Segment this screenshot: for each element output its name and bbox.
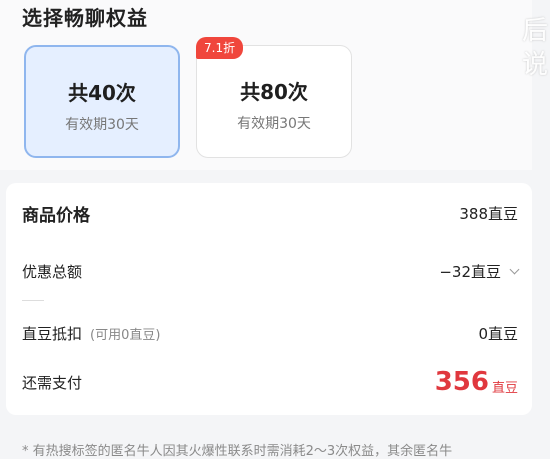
discount-value: −32直豆 xyxy=(439,263,501,281)
pay-amount: 356 xyxy=(434,367,489,397)
pay-unit: 直豆 xyxy=(491,380,518,396)
deduct-label: 直豆抵扣 xyxy=(22,325,83,343)
deduct-row: 直豆抵扣 (可用0直豆) 0直豆 xyxy=(22,323,518,344)
deduct-label-wrap: 直豆抵扣 (可用0直豆) xyxy=(22,323,160,344)
page: 选择畅聊权益 共40次 有效期30天 共80次 有效期30天 7.1折 商品价格… xyxy=(0,0,550,459)
plan-title: 共80次 xyxy=(240,80,308,104)
divider xyxy=(22,300,44,301)
pay-row: 还需支付 356 直豆 xyxy=(22,367,518,397)
plan-option-40[interactable]: 共40次 有效期30天 xyxy=(24,45,180,158)
pay-label: 还需支付 xyxy=(22,373,83,392)
pay-value-wrap: 356 直豆 xyxy=(435,367,518,397)
deduct-hint: (可用0直豆) xyxy=(90,328,161,343)
deduct-value: 0直豆 xyxy=(478,325,518,343)
goods-price-value: 388直豆 xyxy=(459,205,518,223)
plan-validity: 有效期30天 xyxy=(65,117,139,133)
discount-row[interactable]: 优惠总额 −32直豆 xyxy=(22,261,520,282)
plan-validity: 有效期30天 xyxy=(237,116,311,132)
section-title: 选择畅聊权益 xyxy=(22,6,148,30)
edge-overlay-text: 后 说 xyxy=(522,16,549,80)
goods-price-label: 商品价格 xyxy=(22,206,90,226)
discount-value-wrap: −32直豆 xyxy=(439,261,520,282)
goods-price-row: 商品价格 388直豆 xyxy=(22,201,518,226)
plan-title: 共40次 xyxy=(68,81,136,105)
footnote: * 有热搜标签的匿名牛人因其火爆性联系时需消耗2～3次权益，其余匿名牛 xyxy=(22,444,453,459)
price-summary-card: 商品价格 388直豆 优惠总额 −32直豆 直豆抵扣 (可用0直豆) 0直豆 还需… xyxy=(6,183,532,415)
discount-label: 优惠总额 xyxy=(22,263,83,281)
plan-option-80[interactable]: 共80次 有效期30天 xyxy=(196,45,352,158)
discount-badge: 7.1折 xyxy=(196,37,244,59)
chevron-down-icon[interactable] xyxy=(509,264,520,275)
